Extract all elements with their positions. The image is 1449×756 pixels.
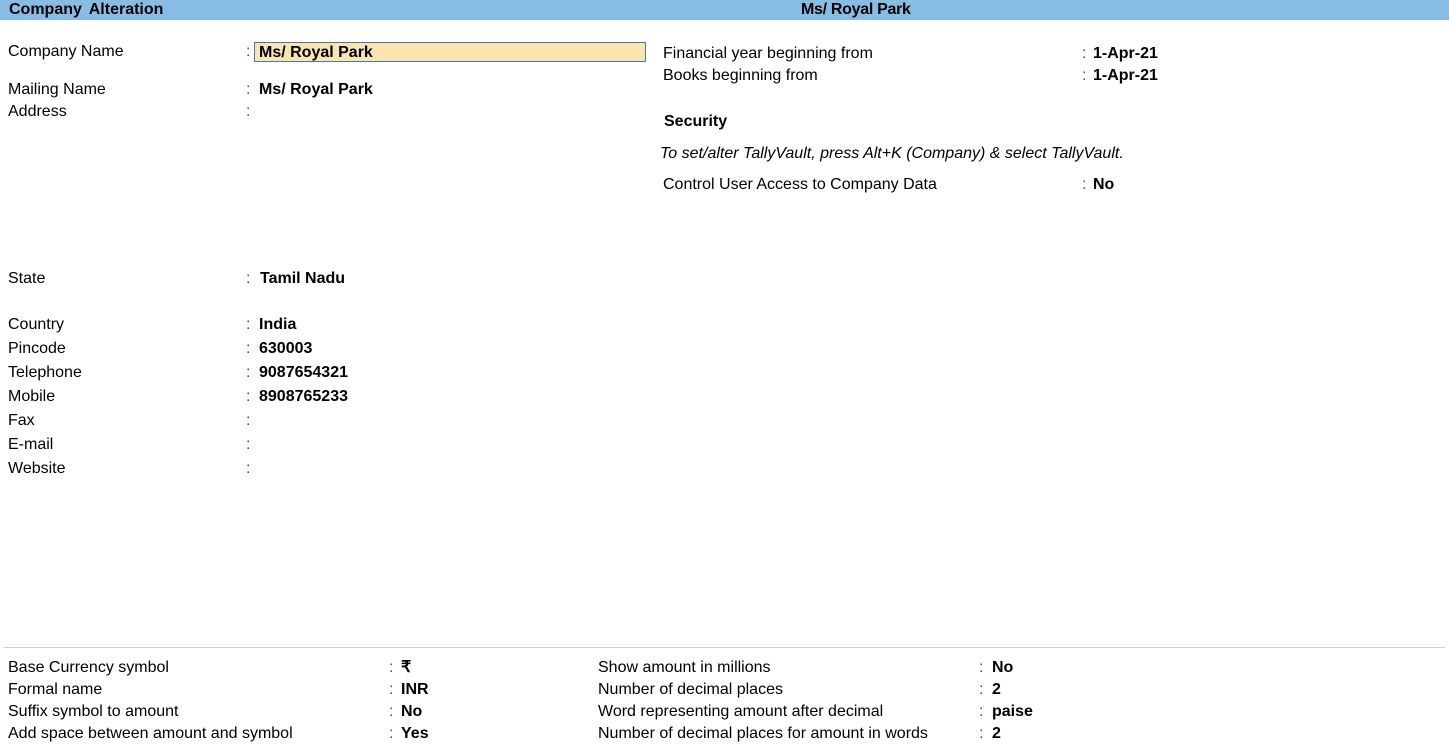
colon: : bbox=[246, 436, 251, 453]
title-bar: Company Alteration Ms/ Royal Park bbox=[0, 0, 1449, 20]
colon: : bbox=[389, 725, 394, 742]
colon: : bbox=[246, 460, 251, 477]
decimal-places-words-row: Number of decimal places for amount in w… bbox=[598, 723, 1198, 745]
colon: : bbox=[1082, 176, 1087, 193]
mailing-name-label: Mailing Name bbox=[8, 81, 106, 98]
telephone-row: Telephone : 9087654321 bbox=[8, 362, 648, 384]
decimal-places-label: Number of decimal places bbox=[598, 681, 783, 698]
section-divider bbox=[4, 647, 1445, 648]
decimal-places-words-label: Number of decimal places for amount in w… bbox=[598, 725, 928, 742]
pincode-value[interactable]: 630003 bbox=[259, 338, 312, 360]
country-label: Country bbox=[8, 316, 65, 333]
state-value[interactable]: Tamil Nadu bbox=[260, 268, 345, 290]
decimal-word-value[interactable]: paise bbox=[992, 701, 1033, 723]
suffix-symbol-label: Suffix symbol to amount bbox=[8, 703, 179, 720]
colon: : bbox=[1082, 45, 1087, 62]
company-name-input[interactable]: Ms/ Royal Park bbox=[254, 42, 646, 62]
decimal-places-row: Number of decimal places : 2 bbox=[598, 679, 1198, 701]
mobile-row: Mobile : 8908765233 bbox=[8, 386, 648, 408]
state-row: State : Tamil Nadu bbox=[8, 268, 648, 290]
colon: : bbox=[246, 103, 251, 120]
email-row: E-mail : bbox=[8, 434, 648, 456]
colon: : bbox=[246, 388, 251, 405]
colon: : bbox=[246, 43, 251, 60]
suffix-symbol-row: Suffix symbol to amount : No bbox=[8, 701, 568, 723]
books-beginning-label: Books beginning from bbox=[663, 67, 818, 84]
books-beginning-row: Books beginning from : 1-Apr-21 bbox=[663, 65, 1363, 87]
decimal-places-words-value[interactable]: 2 bbox=[992, 723, 1001, 745]
control-access-row: Control User Access to Company Data : No bbox=[663, 174, 1363, 196]
company-title: Ms/ Royal Park bbox=[801, 1, 911, 18]
base-currency-label: Base Currency symbol bbox=[8, 659, 169, 676]
telephone-value[interactable]: 9087654321 bbox=[259, 362, 348, 384]
suffix-symbol-value[interactable]: No bbox=[401, 701, 422, 723]
decimal-word-label: Word representing amount after decimal bbox=[598, 703, 884, 720]
show-millions-value[interactable]: No bbox=[992, 657, 1013, 679]
colon: : bbox=[246, 81, 251, 98]
show-millions-row: Show amount in millions : No bbox=[598, 657, 1198, 679]
colon: : bbox=[979, 725, 984, 742]
pincode-row: Pincode : 630003 bbox=[8, 338, 648, 360]
colon: : bbox=[246, 364, 251, 381]
website-row: Website : bbox=[8, 458, 648, 480]
colon: : bbox=[979, 681, 984, 698]
formal-name-value[interactable]: INR bbox=[401, 679, 429, 701]
security-heading: Security bbox=[664, 113, 728, 130]
website-label: Website bbox=[8, 460, 66, 477]
country-value[interactable]: India bbox=[259, 314, 296, 336]
control-access-label: Control User Access to Company Data bbox=[663, 176, 937, 193]
colon: : bbox=[246, 316, 251, 333]
colon: : bbox=[979, 703, 984, 720]
address-row: Address : bbox=[8, 101, 648, 123]
colon: : bbox=[389, 659, 394, 676]
formal-name-label: Formal name bbox=[8, 681, 103, 698]
colon: : bbox=[1082, 67, 1087, 84]
mailing-name-value[interactable]: Ms/ Royal Park bbox=[259, 79, 373, 101]
financial-year-row: Financial year beginning from : 1-Apr-21 bbox=[663, 43, 1363, 65]
financial-year-label: Financial year beginning from bbox=[663, 45, 873, 62]
address-label: Address bbox=[8, 103, 67, 120]
mobile-value[interactable]: 8908765233 bbox=[259, 386, 348, 408]
fax-row: Fax : bbox=[8, 410, 648, 432]
books-beginning-value[interactable]: 1-Apr-21 bbox=[1093, 65, 1158, 87]
add-space-row: Add space between amount and symbol : Ye… bbox=[8, 723, 568, 745]
colon: : bbox=[246, 340, 251, 357]
mailing-name-row: Mailing Name : Ms/ Royal Park bbox=[8, 79, 648, 101]
state-label: State bbox=[8, 270, 46, 287]
control-access-value[interactable]: No bbox=[1093, 174, 1114, 196]
show-millions-label: Show amount in millions bbox=[598, 659, 771, 676]
colon: : bbox=[246, 270, 251, 287]
formal-name-row: Formal name : INR bbox=[8, 679, 568, 701]
telephone-label: Telephone bbox=[8, 364, 82, 381]
base-currency-value[interactable]: ₹ bbox=[401, 657, 411, 679]
base-currency-row: Base Currency symbol : ₹ bbox=[8, 657, 568, 679]
country-row: Country : India bbox=[8, 314, 648, 336]
colon: : bbox=[389, 681, 394, 698]
company-name-label: Company Name bbox=[8, 43, 124, 60]
mobile-label: Mobile bbox=[8, 388, 56, 405]
fax-label: Fax bbox=[8, 412, 35, 429]
colon: : bbox=[246, 412, 251, 429]
tallyvault-note: To set/alter TallyVault, press Alt+K (Co… bbox=[660, 145, 1124, 162]
email-label: E-mail bbox=[8, 436, 54, 453]
decimal-word-row: Word representing amount after decimal :… bbox=[598, 701, 1198, 723]
colon: : bbox=[389, 703, 394, 720]
colon: : bbox=[979, 659, 984, 676]
screen-title: Company Alteration bbox=[9, 1, 164, 18]
financial-year-value[interactable]: 1-Apr-21 bbox=[1093, 43, 1158, 65]
add-space-label: Add space between amount and symbol bbox=[8, 725, 293, 742]
add-space-value[interactable]: Yes bbox=[401, 723, 429, 745]
pincode-label: Pincode bbox=[8, 340, 66, 357]
decimal-places-value[interactable]: 2 bbox=[992, 679, 1001, 701]
